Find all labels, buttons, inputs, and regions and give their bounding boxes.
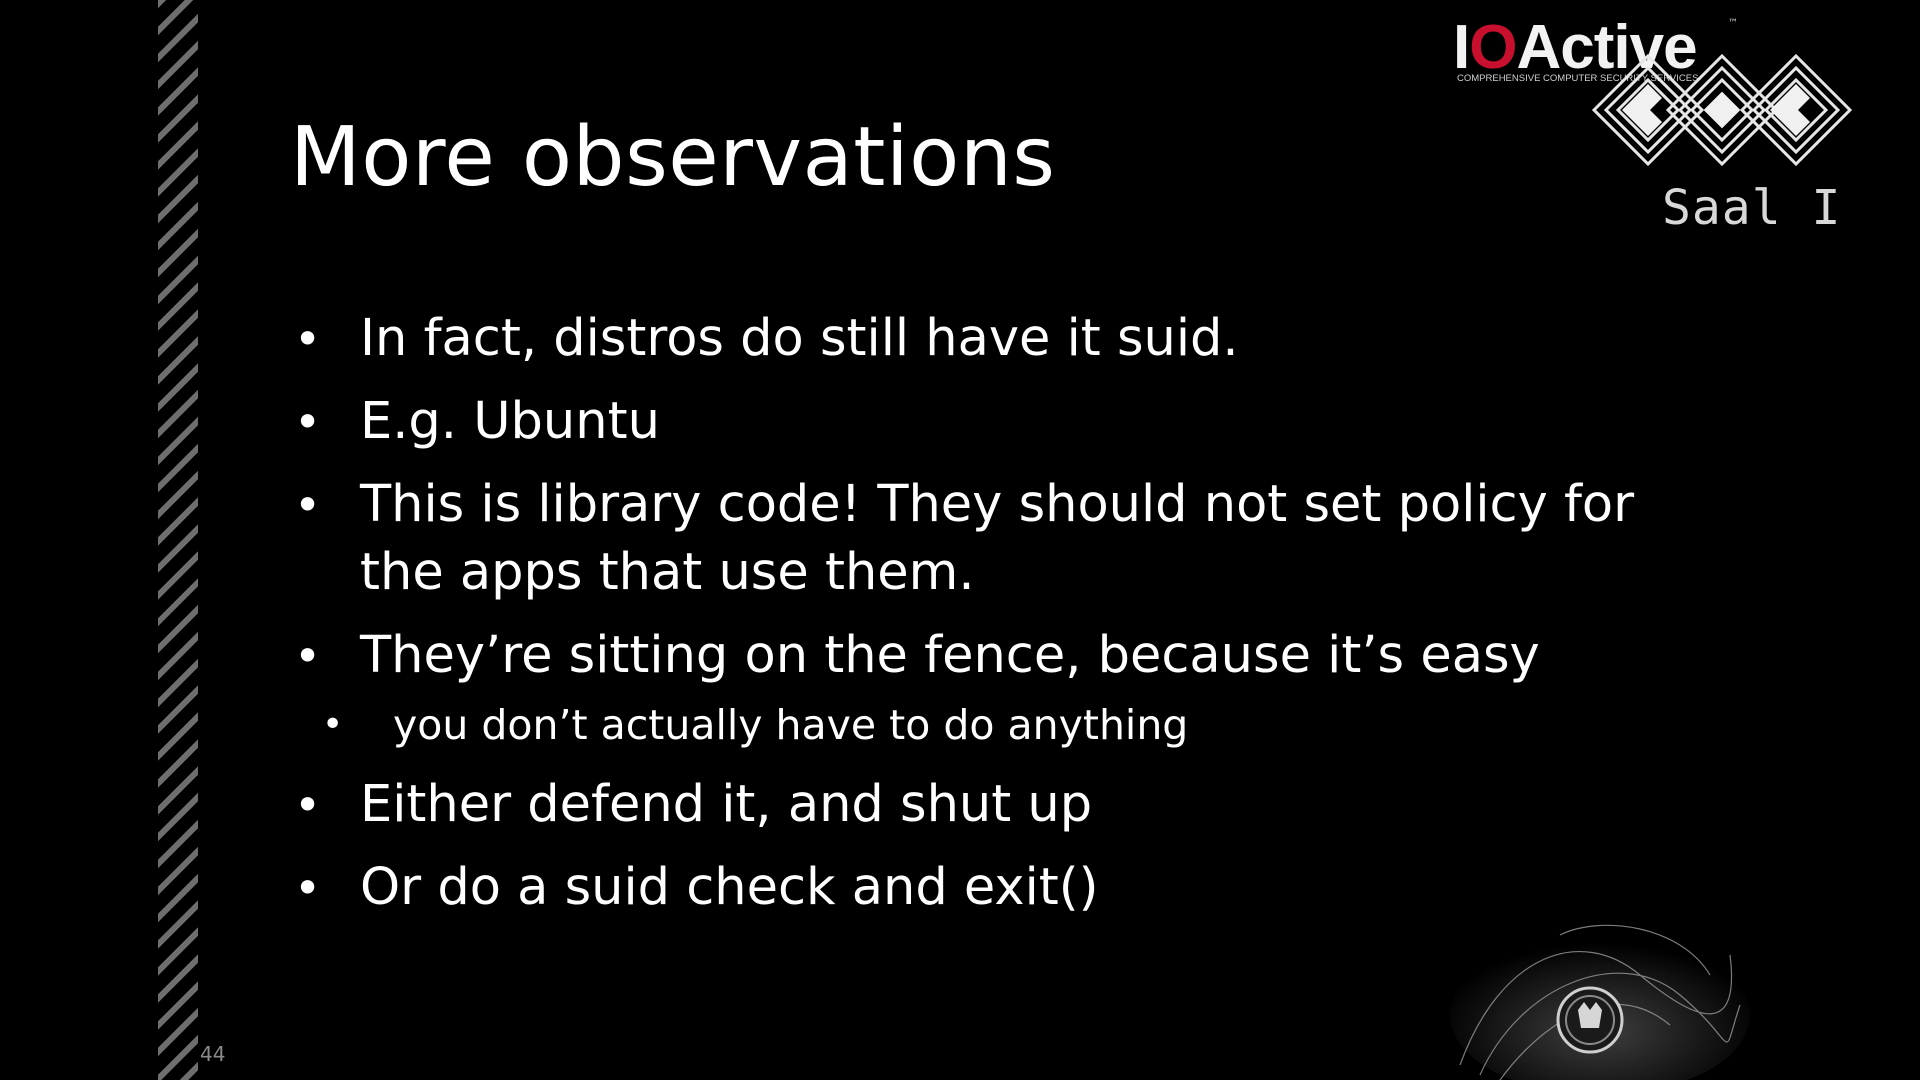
slide-number: 44: [200, 1042, 226, 1066]
bullet-item: • In fact, distros do still have it suid.: [290, 305, 1710, 373]
bullet-text: Or do a suid check and exit(): [360, 858, 1099, 917]
bullet-item: • They’re sitting on the fence, because i…: [290, 622, 1710, 690]
bullet-dot-icon: •: [294, 395, 322, 449]
sub-bullet-item: • you don’t actually have to do anything: [290, 699, 1710, 751]
bullet-item: • E.g. Ubuntu: [290, 388, 1710, 456]
bullet-item: • This is library code! They should not s…: [290, 471, 1710, 607]
bullet-dot-icon: •: [294, 861, 322, 915]
trademark-mark: ™: [1728, 18, 1738, 29]
room-label: Saal I: [1662, 180, 1842, 236]
bullet-dot-icon: •: [294, 629, 322, 683]
bullet-dot-icon: •: [322, 704, 344, 745]
bullet-dot-icon: •: [294, 478, 322, 532]
bullet-text: In fact, distros do still have it suid.: [360, 309, 1239, 368]
bullet-list: • In fact, distros do still have it suid.…: [290, 305, 1710, 937]
bullet-item: • Or do a suid check and exit(): [290, 854, 1710, 922]
bullet-item: • Either defend it, and shut up: [290, 771, 1710, 839]
bullet-text: They’re sitting on the fence, because it…: [360, 626, 1540, 685]
bullet-text: This is library code! They should not se…: [360, 475, 1635, 602]
bullet-dot-icon: •: [294, 778, 322, 832]
bullet-text: you don’t actually have to do anything: [393, 701, 1189, 749]
smoke-emblem-icon: [1450, 924, 1750, 1080]
slide-title: More observations: [290, 110, 1056, 205]
bullet-dot-icon: •: [294, 312, 322, 366]
decorative-stripe: [158, 0, 198, 1080]
bullet-text: Either defend it, and shut up: [360, 775, 1093, 834]
conference-logo-icon: [1592, 53, 1852, 167]
bullet-text: E.g. Ubuntu: [360, 392, 660, 451]
